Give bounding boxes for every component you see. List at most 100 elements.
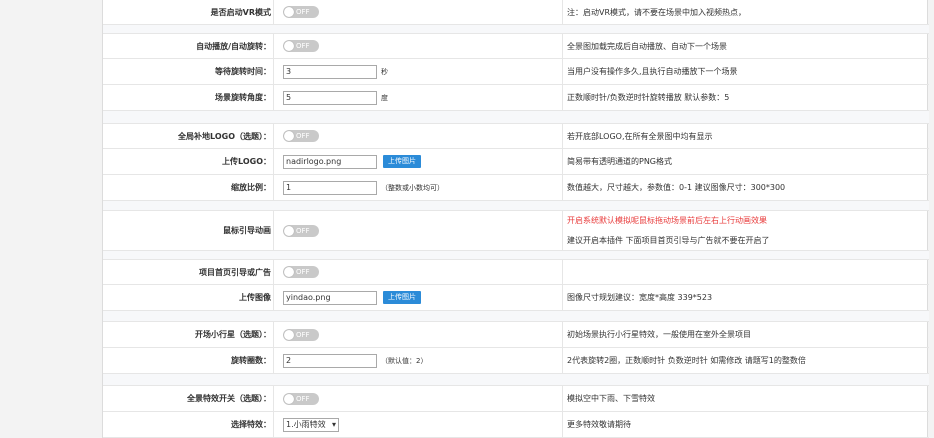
scale-unit: （整数或小数均可） — [381, 183, 444, 192]
home-guide-note — [562, 260, 929, 284]
toggle-off-text: OFF — [296, 330, 310, 339]
divider — [273, 85, 274, 110]
effect-select[interactable]: 1.小雨特效 ▾ — [283, 417, 339, 432]
toggle-knob — [284, 225, 294, 236]
nadir-logo-label: 全局补地LOGO（选题）： — [178, 131, 271, 141]
mouse-guide-toggle[interactable]: OFF — [283, 224, 319, 237]
row-choose-effect: 选择特效： 1.小雨特效 ▾ 更多特效敬请期待 — [103, 412, 929, 438]
divider — [273, 211, 274, 250]
mouse-guide-label: 鼠标引导动画 — [223, 226, 271, 235]
toggle-off-text: OFF — [296, 394, 310, 403]
rotations-unit: （默认值：2） — [381, 356, 428, 365]
row-nadir-logo: 全局补地LOGO（选题）： OFF 若开底部LOGO,在所有全景图中均有显示 — [103, 124, 929, 149]
effects-label: 全景特效开关（选题）： — [187, 394, 271, 403]
little-planet-label: 开场小行星（选题）： — [195, 330, 271, 339]
section-gap — [103, 251, 929, 260]
rotation-angle-unit: 度 — [381, 93, 388, 102]
home-guide-label: 项目首页引导或广告 — [199, 267, 271, 277]
effects-note: 模拟空中下雨、下雪特效 — [562, 386, 929, 411]
toggle-knob — [284, 393, 294, 404]
upload-image-label: 上传图像 — [239, 293, 271, 302]
upload-logo-label: 上传LOGO： — [222, 157, 271, 166]
little-planet-toggle[interactable]: OFF — [283, 328, 319, 341]
row-rotation-angle: 场景旋转角度： 5度 正数顺时针/负数逆时针旋转播放 默认参数：5 — [103, 85, 929, 111]
section-gap — [103, 374, 929, 386]
section-gap — [103, 25, 929, 34]
divider — [273, 285, 274, 310]
guide-file-input[interactable]: yindao.png — [283, 290, 377, 305]
vr-mode-toggle[interactable]: OFF — [283, 6, 319, 18]
mouse-guide-tip: 建议开启本插件 下面项目首页引导与广告就不要在开启了 — [567, 235, 770, 245]
choose-effect-note: 更多特效敬请期待 — [562, 412, 929, 437]
wait-time-unit: 秒 — [381, 67, 388, 76]
choose-effect-label: 选择特效： — [231, 420, 271, 429]
divider — [273, 260, 274, 284]
divider — [273, 386, 274, 411]
row-home-guide: 项目首页引导或广告 OFF — [103, 260, 929, 285]
row-rotations: 旋转圈数： 2 （默认值：2） 2代表旋转2圈，正数顺时针 负数逆时针 如需修改 … — [103, 348, 929, 374]
toggle-knob — [284, 7, 294, 17]
vr-mode-note: 注：启动VR模式，请不要在场景中加入视频热点， — [562, 0, 929, 24]
mouse-guide-note: 开启系统默认模拟呢鼠标拖动场景前后左右上行动画效果 建议开启本插件 下面项目首页… — [562, 211, 929, 250]
section-gap — [103, 201, 929, 211]
autoplay-toggle[interactable]: OFF — [283, 40, 319, 52]
autoplay-note: 全景图加载完成后自动播放、自动下一个场景 — [562, 34, 929, 58]
row-upload-logo: 上传LOGO： nadirlogo.png 上传图片 简易带有透明通道的PNG格式 — [103, 149, 929, 175]
section-gap — [103, 111, 929, 124]
logo-file-input[interactable]: nadirlogo.png — [283, 154, 377, 169]
row-effects: 全景特效开关（选题）： OFF 模拟空中下雨、下雪特效 — [103, 386, 929, 412]
toggle-knob — [284, 131, 294, 141]
row-wait-time: 等待旋转时间： 3秒 当用户没有操作多久,且执行自动播放下一个场景 — [103, 59, 929, 85]
vr-mode-label: 是否启动VR模式 — [210, 7, 271, 17]
upload-logo-note: 简易带有透明通道的PNG格式 — [562, 149, 929, 174]
rotation-angle-input[interactable]: 5 — [283, 90, 377, 105]
wait-time-input[interactable]: 3 — [283, 64, 377, 79]
toggle-off-text: OFF — [296, 42, 310, 50]
toggle-knob — [284, 267, 294, 277]
row-scale: 缩放比例： 1 （整数或小数均可） 数值越大，尺寸越大，参数值：0-1 建议图像尺… — [103, 175, 929, 201]
toggle-knob — [284, 41, 294, 51]
divider — [273, 175, 274, 200]
scale-input[interactable]: 1 — [283, 180, 377, 195]
toggle-off-text: OFF — [296, 132, 310, 140]
row-little-planet: 开场小行星（选题）： OFF 初始场景执行小行星特效，一般使用在室外全景项目 — [103, 322, 929, 348]
divider — [273, 59, 274, 84]
settings-panel: 是否启动VR模式 OFF 注：启动VR模式，请不要在场景中加入视频热点， 自动播… — [102, 0, 929, 438]
rotation-angle-label: 场景旋转角度： — [215, 93, 271, 102]
row-autoplay: 自动播放/自动旋转： OFF 全景图加载完成后自动播放、自动下一个场景 — [103, 34, 929, 59]
divider — [273, 348, 274, 373]
divider — [273, 412, 274, 437]
rotation-angle-note: 正数顺时针/负数逆时针旋转播放 默认参数：5 — [562, 85, 929, 110]
upload-image-note: 图像尺寸规划建议：宽度*高度 339*523 — [562, 285, 929, 310]
little-planet-note: 初始场景执行小行星特效，一般使用在室外全景项目 — [562, 322, 929, 347]
rotations-input[interactable]: 2 — [283, 353, 377, 368]
home-guide-toggle[interactable]: OFF — [283, 266, 319, 278]
scale-note: 数值越大，尺寸越大，参数值：0-1 建议图像尺寸：300*300 — [562, 175, 929, 200]
scale-label: 缩放比例： — [231, 183, 271, 192]
section-gap — [103, 311, 929, 322]
divider — [273, 34, 274, 58]
toggle-off-text: OFF — [296, 8, 310, 16]
wait-time-label: 等待旋转时间： — [215, 67, 271, 76]
nadir-logo-note: 若开底部LOGO,在所有全景图中均有显示 — [562, 124, 929, 148]
divider — [273, 149, 274, 174]
upload-logo-button[interactable]: 上传图片 — [383, 155, 421, 168]
divider — [273, 322, 274, 347]
divider — [273, 0, 274, 24]
effects-toggle[interactable]: OFF — [283, 392, 319, 405]
row-upload-image: 上传图像 yindao.png 上传图片 图像尺寸规划建议：宽度*高度 339*5… — [103, 285, 929, 311]
effect-select-value: 1.小雨特效 — [286, 419, 326, 429]
wait-time-note: 当用户没有操作多久,且执行自动播放下一个场景 — [562, 59, 929, 84]
nadir-logo-toggle[interactable]: OFF — [283, 130, 319, 142]
mouse-guide-warning: 开启系统默认模拟呢鼠标拖动场景前后左右上行动画效果 — [567, 216, 767, 226]
upload-image-button[interactable]: 上传图片 — [383, 291, 421, 304]
rotations-label: 旋转圈数： — [231, 356, 271, 365]
row-vr-mode: 是否启动VR模式 OFF 注：启动VR模式，请不要在场景中加入视频热点， — [103, 0, 929, 25]
toggle-off-text: OFF — [296, 268, 310, 276]
toggle-knob — [284, 329, 294, 340]
chevron-down-icon: ▾ — [331, 419, 336, 429]
row-mouse-guide: 鼠标引导动画 OFF 开启系统默认模拟呢鼠标拖动场景前后左右上行动画效果 建议开… — [103, 211, 929, 251]
toggle-off-text: OFF — [296, 226, 310, 235]
divider — [273, 124, 274, 148]
rotations-note: 2代表旋转2圈，正数顺时针 负数逆时针 如需修改 请题写1的整数倍 — [562, 348, 929, 373]
